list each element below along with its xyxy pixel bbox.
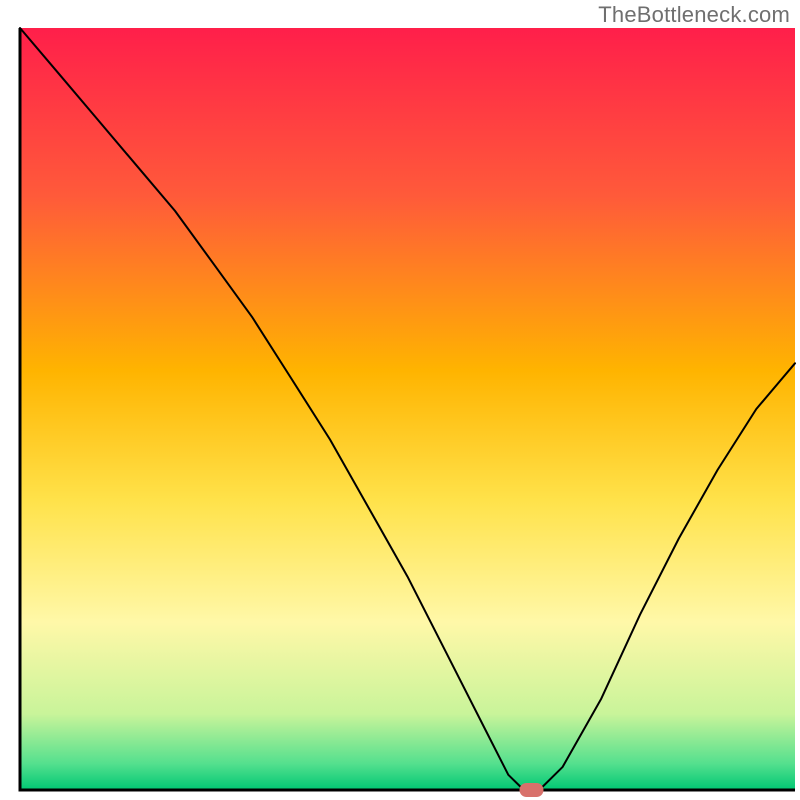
chart-container: TheBottleneck.com [0, 0, 800, 800]
bottleneck-chart [0, 0, 800, 800]
sweet-spot-marker [520, 783, 544, 797]
gradient-background [20, 28, 795, 790]
